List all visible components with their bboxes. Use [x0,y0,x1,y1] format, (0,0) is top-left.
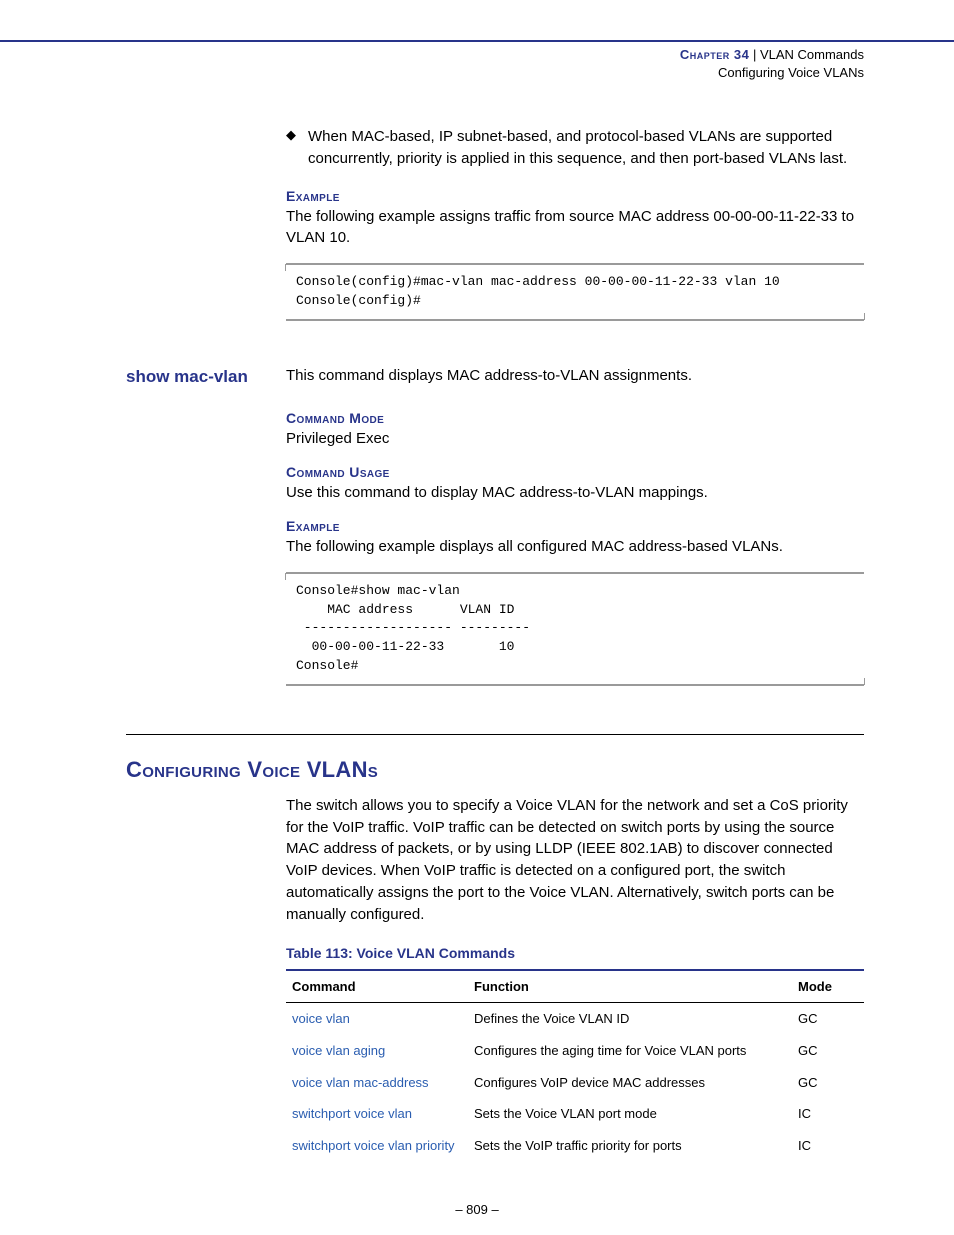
cmd-link[interactable]: voice vlan [286,1003,468,1035]
cmd-mode: GC [792,1035,864,1067]
section-rule [126,734,864,735]
chapter-label: Chapter 34 [680,47,749,62]
th-command: Command [286,970,468,1003]
cmd-link[interactable]: voice vlan aging [286,1035,468,1067]
cmd-link[interactable]: voice vlan mac-address [286,1067,468,1099]
page-footer: – 809 – [0,1202,954,1217]
cmd-mode: GC [792,1067,864,1099]
cmd-function: Defines the Voice VLAN ID [468,1003,792,1035]
command-usage-label: Command Usage [286,464,864,480]
table-row: switchport voice vlan Sets the Voice VLA… [286,1098,864,1130]
example-label: Example [286,188,864,204]
command-entry: show mac-vlan This command displays MAC … [126,365,864,389]
cmd-link[interactable]: switchport voice vlan priority [286,1130,468,1162]
command-details: Command Mode Privileged Exec Command Usa… [286,410,864,685]
intro-block: ◆ When MAC-based, IP subnet-based, and p… [286,126,864,321]
running-header: Chapter 34 | VLAN Commands Configuring V… [680,46,864,82]
table-header-row: Command Function Mode [286,970,864,1003]
diamond-bullet-icon: ◆ [286,126,308,170]
command-mode-text: Privileged Exec [286,428,864,450]
bullet-item: ◆ When MAC-based, IP subnet-based, and p… [286,126,864,170]
command-name: show mac-vlan [126,365,286,389]
cmd-function: Configures the aging time for Voice VLAN… [468,1035,792,1067]
th-mode: Mode [792,970,864,1003]
commands-table: Command Function Mode voice vlan Defines… [286,969,864,1161]
page: Chapter 34 | VLAN Commands Configuring V… [0,0,954,1235]
table-row: voice vlan mac-address Configures VoIP d… [286,1067,864,1099]
section-body: The switch allows you to specify a Voice… [286,795,864,926]
table-row: switchport voice vlan priority Sets the … [286,1130,864,1162]
content-area: ◆ When MAC-based, IP subnet-based, and p… [126,126,864,1161]
header-separator: | [749,47,760,62]
code-block: Console(config)#mac-vlan mac-address 00-… [286,263,864,321]
table-caption: Table 113: Voice VLAN Commands [286,945,864,961]
code-block: Console#show mac-vlan MAC address VLAN I… [286,572,864,686]
cmd-mode: IC [792,1098,864,1130]
example-label: Example [286,518,864,534]
command-usage-text: Use this command to display MAC address-… [286,482,864,504]
example-text: The following example assigns traffic fr… [286,206,864,250]
section-body-block: The switch allows you to specify a Voice… [286,795,864,1161]
page-number: – 809 – [455,1202,498,1217]
header-subtitle: Configuring Voice VLANs [680,64,864,82]
command-mode-label: Command Mode [286,410,864,426]
command-description: This command displays MAC address-to-VLA… [286,365,864,387]
cmd-function: Sets the VoIP traffic priority for ports [468,1130,792,1162]
section-heading: Configuring Voice VLANs [126,757,864,783]
example-text: The following example displays all confi… [286,536,864,558]
th-function: Function [468,970,792,1003]
table-row: voice vlan aging Configures the aging ti… [286,1035,864,1067]
table-row: voice vlan Defines the Voice VLAN ID GC [286,1003,864,1035]
cmd-function: Sets the Voice VLAN port mode [468,1098,792,1130]
cmd-function: Configures VoIP device MAC addresses [468,1067,792,1099]
header-title: VLAN Commands [760,47,864,62]
cmd-mode: IC [792,1130,864,1162]
cmd-mode: GC [792,1003,864,1035]
header-rule [0,40,954,42]
bullet-text: When MAC-based, IP subnet-based, and pro… [308,126,864,170]
cmd-link[interactable]: switchport voice vlan [286,1098,468,1130]
